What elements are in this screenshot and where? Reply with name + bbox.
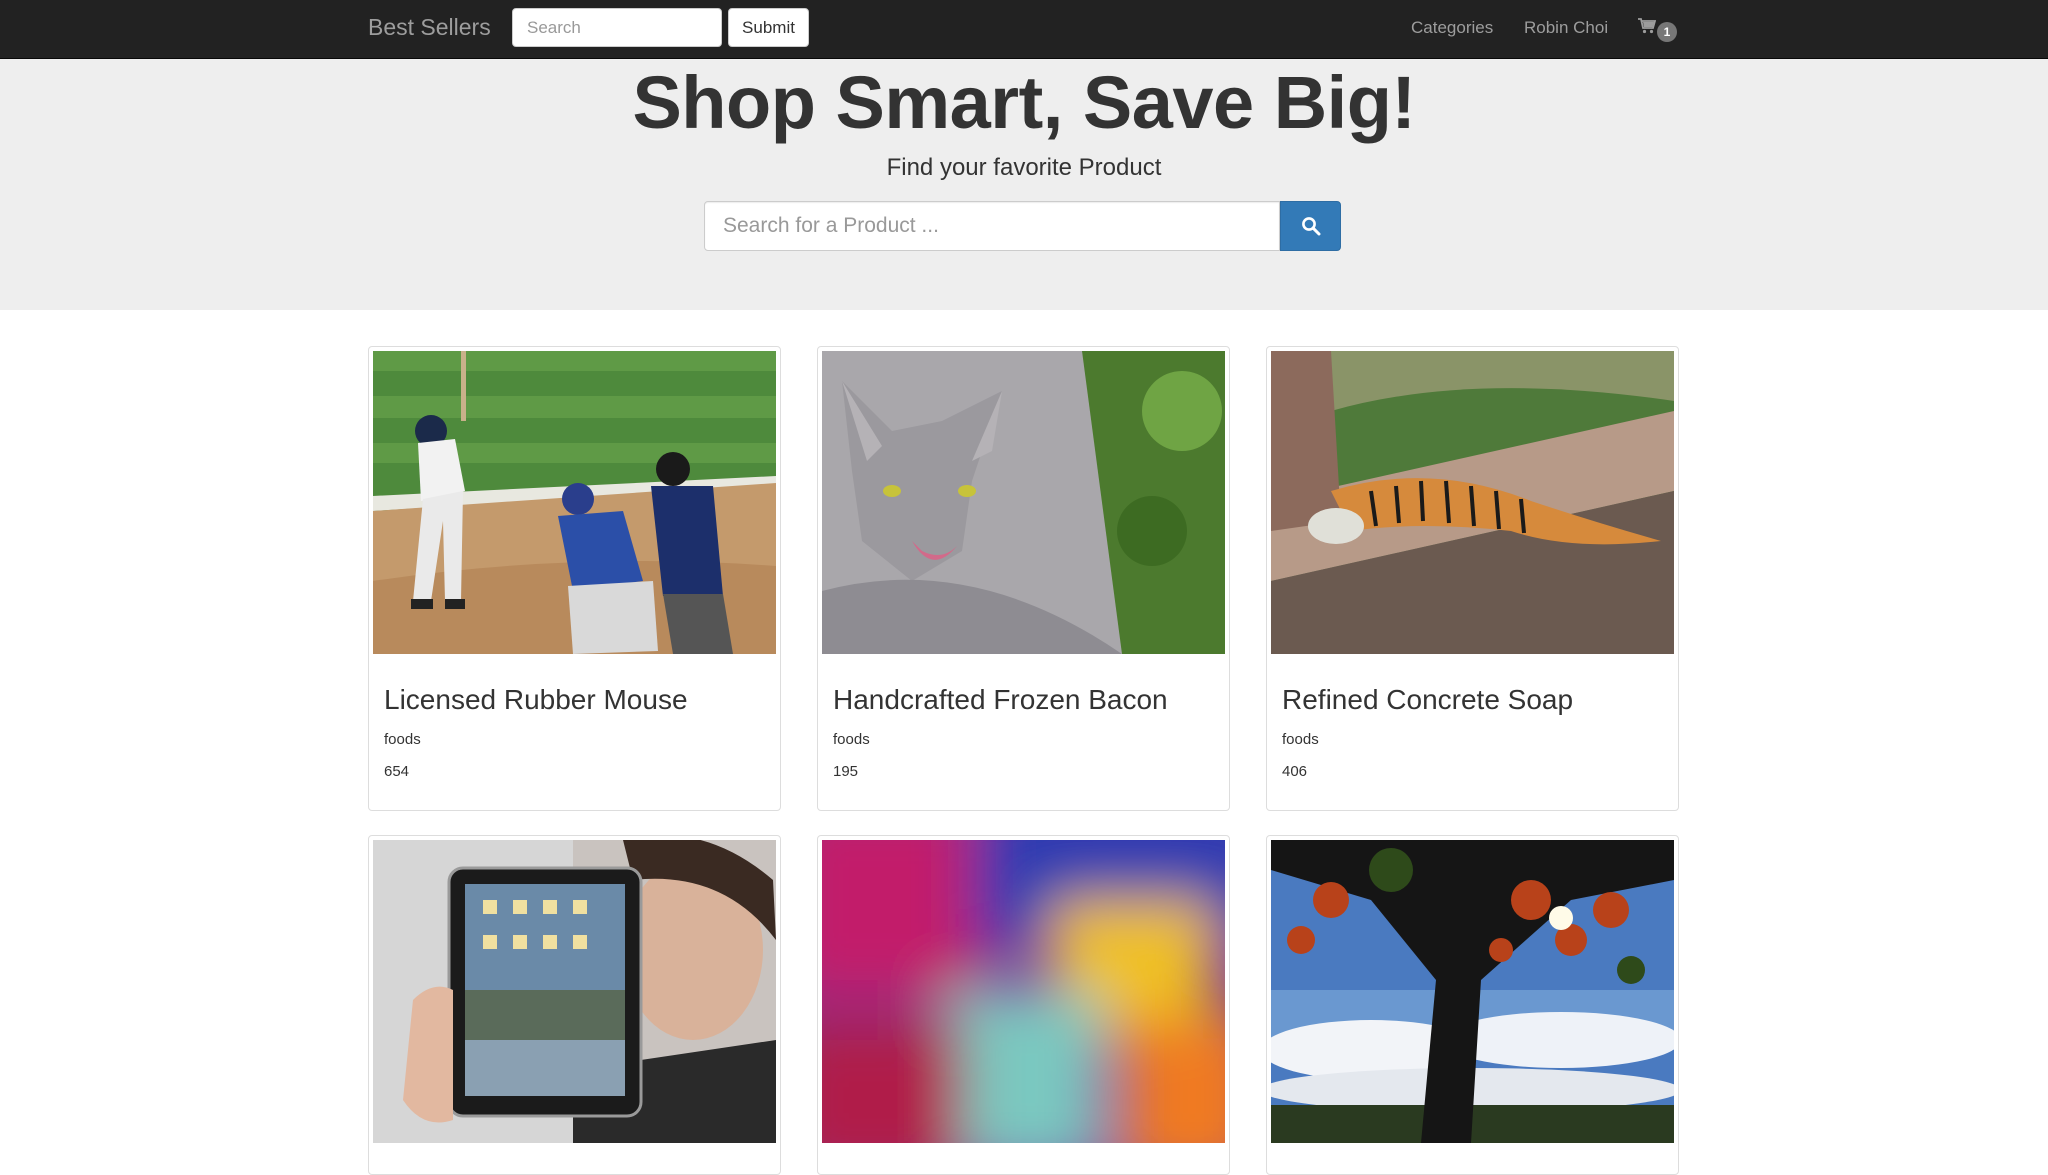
hero-section: Shop Smart, Save Big! Find your favorite… bbox=[0, 59, 2048, 310]
product-card[interactable]: Handcrafted Frozen Bacon foods 195 bbox=[817, 346, 1230, 811]
product-image-abstract[interactable] bbox=[822, 840, 1225, 1143]
top-navbar: Best Sellers Submit Categories Robin Cho… bbox=[0, 0, 2048, 59]
product-search-button[interactable] bbox=[1280, 201, 1341, 251]
product-title[interactable]: Licensed Rubber Mouse bbox=[384, 684, 688, 716]
product-price: 406 bbox=[1282, 763, 1308, 780]
shopping-cart-icon bbox=[1638, 18, 1656, 34]
product-image-baseball[interactable] bbox=[373, 351, 776, 654]
brand-link[interactable]: Best Sellers bbox=[368, 14, 491, 40]
product-image-tree[interactable] bbox=[1271, 840, 1674, 1143]
product-search-input[interactable] bbox=[704, 201, 1280, 251]
cart-link[interactable]: 1 bbox=[1638, 18, 1682, 44]
product-category: foods bbox=[1282, 731, 1319, 748]
nav-categories-link[interactable]: Categories bbox=[1411, 18, 1493, 38]
product-image-tiger[interactable] bbox=[1271, 351, 1674, 654]
product-card[interactable]: Licensed Rubber Mouse foods 654 bbox=[368, 346, 781, 811]
product-card[interactable] bbox=[1266, 835, 1679, 1175]
product-category: foods bbox=[833, 731, 870, 748]
product-card[interactable] bbox=[817, 835, 1230, 1175]
cart-count-badge: 1 bbox=[1657, 22, 1677, 42]
hero-subtitle: Find your favorite Product bbox=[886, 154, 1162, 181]
product-title[interactable]: Refined Concrete Soap bbox=[1282, 684, 1573, 716]
product-price: 195 bbox=[833, 763, 859, 780]
product-title[interactable]: Handcrafted Frozen Bacon bbox=[833, 684, 1168, 716]
nav-user-link[interactable]: Robin Choi bbox=[1524, 18, 1608, 38]
hero-title: Shop Smart, Save Big! bbox=[632, 61, 1416, 144]
product-category: foods bbox=[384, 731, 421, 748]
product-image-cat[interactable] bbox=[822, 351, 1225, 654]
product-card[interactable] bbox=[368, 835, 781, 1175]
navbar-search-input[interactable] bbox=[512, 8, 722, 47]
search-icon bbox=[1302, 217, 1321, 236]
product-image-tablet[interactable] bbox=[373, 840, 776, 1143]
navbar-submit-button[interactable]: Submit bbox=[728, 8, 809, 47]
product-card[interactable]: Refined Concrete Soap foods 406 bbox=[1266, 346, 1679, 811]
product-price: 654 bbox=[384, 763, 410, 780]
